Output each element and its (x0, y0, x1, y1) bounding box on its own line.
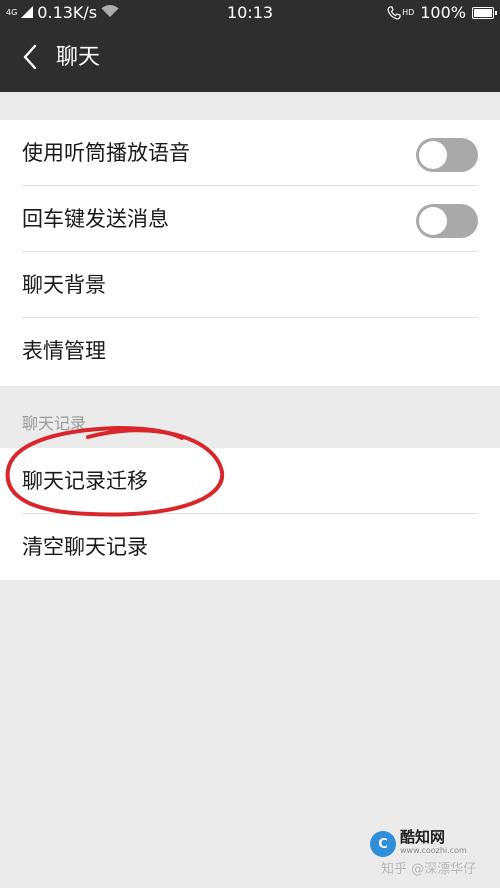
header: 聊天 (0, 26, 500, 92)
setting-label: 聊天记录迁移 (22, 469, 148, 493)
section-label-chat-history: 聊天记录 (22, 414, 87, 433)
setting-label: 清空聊天记录 (22, 535, 148, 559)
setting-earpiece-voice[interactable]: 使用听筒播放语音 (0, 120, 500, 186)
page-title: 聊天 (56, 45, 101, 70)
setting-chat-background[interactable]: 聊天背景 (0, 252, 500, 318)
zhihu-credit: 知乎 @深漂华仔 (381, 862, 477, 877)
setting-migrate-chat-history[interactable]: 聊天记录迁移 (0, 448, 500, 514)
battery-icon (472, 6, 497, 19)
chevron-left-icon (22, 44, 38, 74)
setting-label: 回车键发送消息 (22, 207, 169, 231)
chat-history-group: 聊天记录迁移 清空聊天记录 (0, 448, 500, 580)
back-button[interactable] (12, 41, 48, 77)
setting-enter-to-send[interactable]: 回车键发送消息 (0, 186, 500, 252)
coozhi-watermark: C 酷知网 www.coozhi.com (370, 826, 482, 862)
watermark-brand: 酷知网 (400, 828, 446, 846)
earpiece-voice-toggle[interactable] (416, 138, 478, 172)
status-bar: 4G 0.13K/s 10:13 HD 100% (0, 0, 500, 26)
hd-call-icon: HD (387, 5, 415, 20)
setting-label: 表情管理 (22, 339, 106, 363)
setting-label: 使用听筒播放语音 (22, 141, 190, 165)
coozhi-logo-icon: C (370, 831, 396, 857)
setting-label: 聊天背景 (22, 273, 106, 297)
hd-label: HD (402, 7, 415, 17)
setting-clear-chat-history[interactable]: 清空聊天记录 (0, 514, 500, 580)
setting-sticker-management[interactable]: 表情管理 (0, 318, 500, 384)
chat-settings-group: 使用听筒播放语音 回车键发送消息 聊天背景 表情管理 (0, 120, 500, 386)
enter-to-send-toggle[interactable] (416, 204, 478, 238)
watermark-url: www.coozhi.com (400, 846, 467, 855)
battery-percent: 100% (420, 3, 466, 22)
